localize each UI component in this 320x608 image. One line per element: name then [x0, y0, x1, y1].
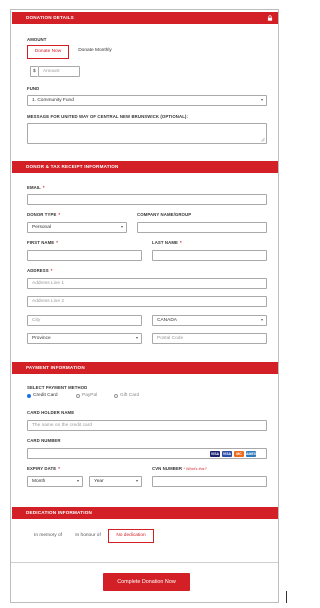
- chevron-down-icon: [261, 319, 263, 321]
- lock-icon: [267, 15, 273, 21]
- section-title: PAYMENT INFORMATION: [26, 365, 85, 370]
- divider: [11, 562, 278, 563]
- donor-type-label-text: DONOR TYPE: [27, 212, 57, 217]
- cvn-label: CVN NUMBER * What's this?: [152, 466, 207, 471]
- expiry-label-text: EXPIRY DATE: [27, 466, 57, 471]
- gift-card-label: Gift Card: [120, 393, 140, 398]
- message-textarea[interactable]: [27, 123, 267, 144]
- radio-paypal[interactable]: [76, 394, 80, 398]
- chevron-down-icon: [136, 337, 138, 339]
- chevron-down-icon: [121, 226, 123, 228]
- first-name-input[interactable]: [27, 250, 142, 261]
- email-label: EMAIL *: [27, 185, 45, 190]
- required-mark: *: [56, 240, 59, 245]
- year-value: Year: [94, 479, 104, 484]
- card-holder-input[interactable]: The name on the credit card: [27, 420, 267, 431]
- cvn-help-link[interactable]: * What's this?: [183, 467, 206, 471]
- company-input[interactable]: [137, 222, 267, 233]
- section-header-dedication: DEDICATION INFORMATION: [12, 507, 278, 519]
- required-mark: *: [58, 466, 60, 471]
- cvn-label-text: CVN NUMBER: [152, 466, 183, 471]
- last-name-label-text: LAST NAME: [152, 240, 178, 245]
- tab-donate-monthly[interactable]: Donate Monthly: [71, 45, 119, 59]
- card-number-label: CARD NUMBER: [27, 438, 61, 443]
- option-in-honour[interactable]: In honour of: [70, 530, 106, 542]
- province-value: Province: [32, 336, 51, 341]
- payment-method-label: SELECT PAYMENT METHOD: [27, 385, 88, 390]
- country-select[interactable]: CANADA: [152, 315, 267, 326]
- first-name-label-text: FIRST NAME: [27, 240, 55, 245]
- message-label: MESSAGE FOR UNITED WAY OF CENTRAL NEW BR…: [27, 114, 188, 119]
- address-label: ADDRESS *: [27, 268, 53, 273]
- chevron-down-icon: [77, 480, 79, 482]
- address-line2-input[interactable]: Address Line 2: [27, 296, 267, 307]
- address-label-text: ADDRESS: [27, 268, 49, 273]
- visa-electron-card-icon: VISA: [222, 450, 232, 457]
- card-number-input[interactable]: VISA VISA MC AMEX: [27, 448, 267, 459]
- expiry-month-select[interactable]: Month: [27, 476, 83, 487]
- amount-input[interactable]: Amount: [38, 66, 80, 77]
- email-input[interactable]: [27, 194, 267, 205]
- donor-type-value: Personal: [32, 225, 51, 230]
- chevron-down-icon: [136, 480, 138, 482]
- email-label-text: EMAIL: [27, 185, 41, 190]
- resize-handle-icon[interactable]: [260, 137, 265, 142]
- scrollbar[interactable]: [286, 591, 287, 603]
- option-no-dedication[interactable]: No dedication: [108, 529, 154, 543]
- section-header-payment: PAYMENT INFORMATION: [12, 362, 278, 374]
- country-value: CANADA: [157, 318, 177, 323]
- required-mark: *: [42, 185, 45, 190]
- option-in-memory[interactable]: In memory of: [30, 530, 66, 542]
- visa-card-icon: VISA: [210, 450, 220, 457]
- section-title: DONOR & TAX RECEIPT INFORMATION: [26, 164, 119, 169]
- complete-donation-button[interactable]: Complete Donation Now: [103, 573, 190, 591]
- required-mark: *: [179, 240, 182, 245]
- required-mark: *: [50, 268, 53, 273]
- card-holder-label: CARD HOLDER NAME: [27, 410, 75, 415]
- postal-code-input[interactable]: Postal Code: [152, 333, 267, 344]
- first-name-label: FIRST NAME *: [27, 240, 58, 245]
- donor-type-label: DONOR TYPE *: [27, 212, 60, 217]
- fund-select[interactable]: 1. Community Fund: [27, 95, 267, 106]
- amex-card-icon: AMEX: [246, 450, 257, 457]
- section-header-donor: DONOR & TAX RECEIPT INFORMATION: [12, 161, 278, 173]
- company-label: COMPANY NAME/GROUP: [137, 212, 192, 217]
- section-title: DONATION DETAILS: [26, 15, 74, 20]
- expiry-year-select[interactable]: Year: [89, 476, 142, 487]
- cvn-input[interactable]: [152, 476, 267, 487]
- chevron-down-icon: [261, 99, 263, 101]
- last-name-input[interactable]: [152, 250, 267, 261]
- section-header-donation-details: DONATION DETAILS: [12, 12, 278, 24]
- tab-donate-now[interactable]: Donate Now: [27, 45, 69, 59]
- fund-label: FUND: [27, 86, 40, 91]
- month-value: Month: [32, 479, 46, 484]
- amount-label: AMOUNT: [27, 37, 47, 42]
- section-title: DEDICATION INFORMATION: [26, 510, 92, 515]
- paypal-label: PayPal: [82, 393, 98, 398]
- currency-symbol: $: [30, 66, 38, 77]
- donor-type-select[interactable]: Personal: [27, 222, 127, 233]
- radio-gift-card[interactable]: [114, 394, 118, 398]
- required-mark: *: [58, 212, 61, 217]
- radio-credit-card[interactable]: [27, 394, 31, 398]
- province-select[interactable]: Province: [27, 333, 142, 344]
- last-name-label: LAST NAME *: [152, 240, 182, 245]
- credit-card-label: Credit Card: [33, 393, 58, 398]
- fund-selected-value: 1. Community Fund: [32, 98, 74, 103]
- city-input[interactable]: City: [27, 315, 142, 326]
- expiry-label: EXPIRY DATE *: [27, 466, 60, 471]
- mastercard-icon: MC: [234, 450, 244, 457]
- address-line1-input[interactable]: Address Line 1: [27, 278, 267, 289]
